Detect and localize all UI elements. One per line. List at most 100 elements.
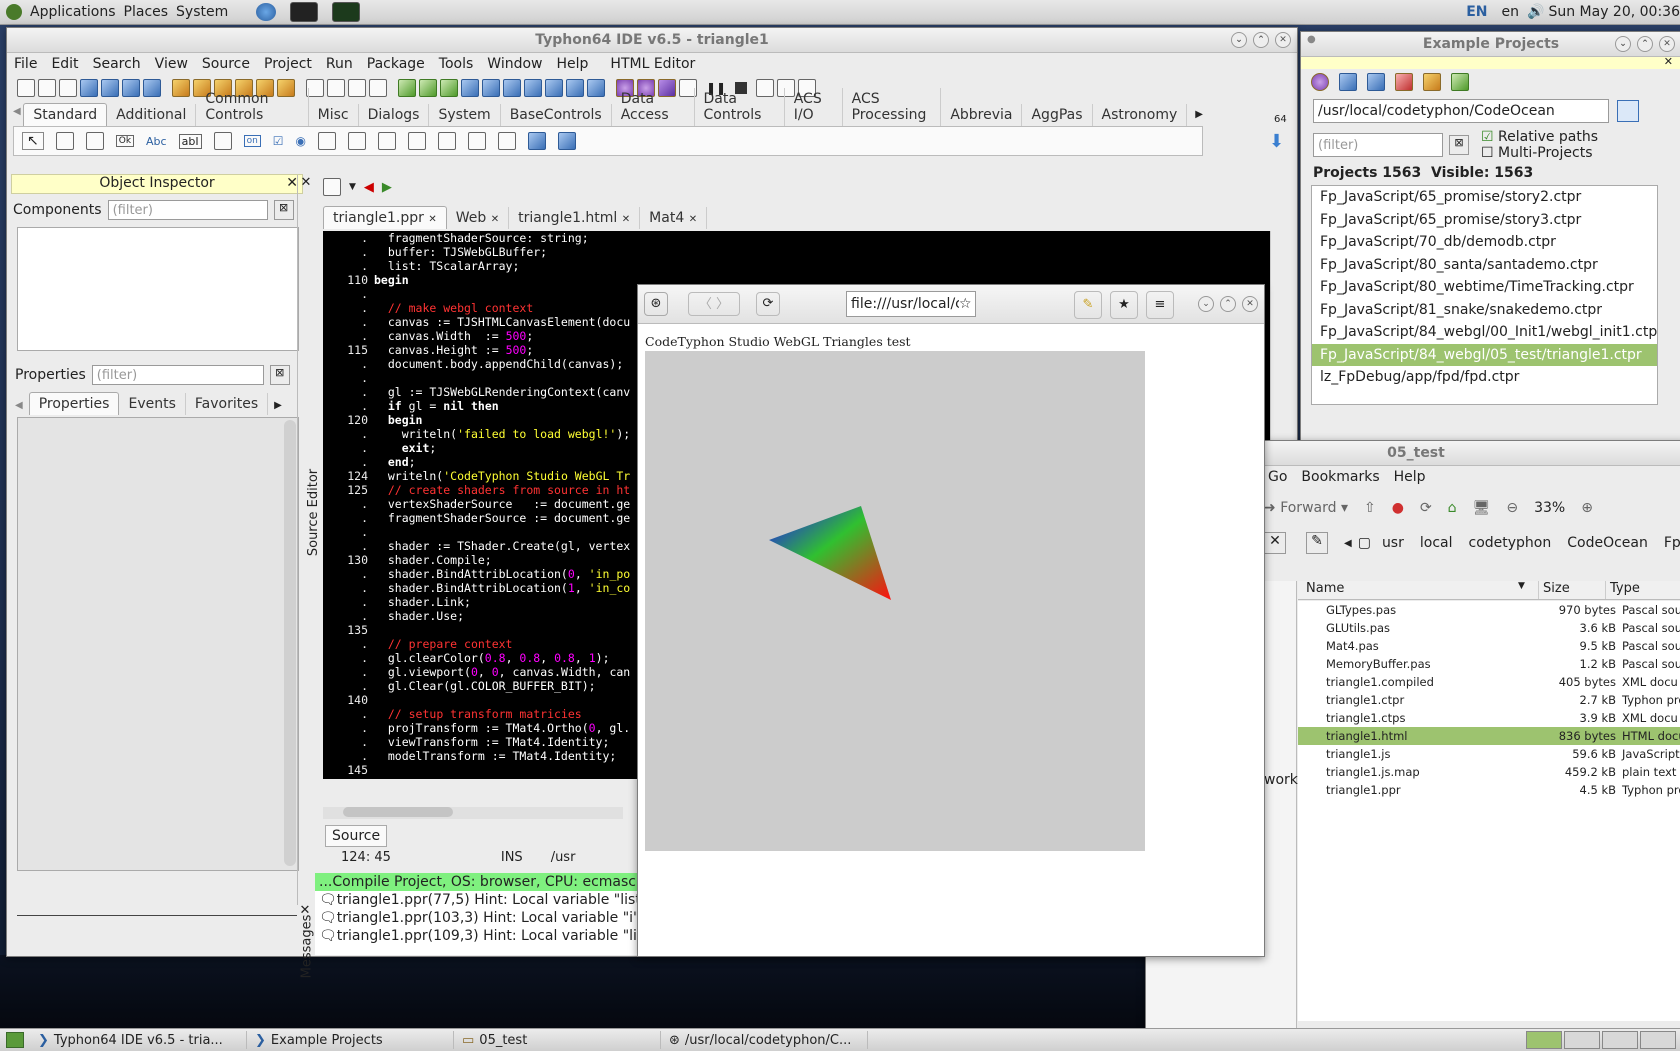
- side-close-icon[interactable]: ✕: [298, 175, 314, 190]
- tactionlist-icon[interactable]: [558, 132, 577, 150]
- palette-tab-data-controls[interactable]: Data Controls: [695, 88, 785, 126]
- selection-pointer-icon[interactable]: ↖: [22, 132, 44, 150]
- folder-icon[interactable]: [1423, 73, 1441, 91]
- projects-path-input[interactable]: /usr/local/codetyphon/CodeOcean: [1313, 99, 1609, 123]
- palette-scroll-right-icon[interactable]: ▶: [1195, 109, 1203, 126]
- path-segment[interactable]: usr: [1377, 533, 1409, 553]
- menu-icon[interactable]: ≡: [1146, 291, 1174, 319]
- gnome-foot-icon[interactable]: [6, 4, 22, 20]
- close-button[interactable]: ✕: [1659, 36, 1675, 52]
- palette-tab-abbrevia[interactable]: Abbrevia: [941, 104, 1023, 126]
- tpanel-icon[interactable]: [498, 132, 517, 150]
- close-button[interactable]: ✕: [1275, 32, 1291, 48]
- bookmark-star-icon[interactable]: ☆: [959, 296, 972, 312]
- build-icon[interactable]: [172, 79, 190, 97]
- oi-tabs-left-icon[interactable]: ◀: [11, 400, 29, 415]
- delete-icon[interactable]: [1395, 73, 1413, 91]
- tab-web[interactable]: Web ✕: [447, 207, 510, 229]
- clear-filter-icon[interactable]: ⊠: [273, 200, 294, 220]
- file-row[interactable]: GLTypes.pas 970 bytes Pascal sou: [1298, 601, 1680, 619]
- ide-titlebar[interactable]: Typhon64 IDE v6.5 - triangle1 ⌄ ⌃ ✕: [7, 28, 1297, 53]
- terminal-launcher-icon[interactable]: [290, 2, 319, 22]
- workspace-2[interactable]: [1564, 1031, 1600, 1049]
- component-tree[interactable]: [17, 227, 299, 351]
- tlistbox-icon[interactable]: [318, 132, 337, 150]
- tedit-icon[interactable]: abI: [178, 133, 202, 149]
- source-editor-side-tab[interactable]: ✕ Source Editor: [297, 175, 321, 905]
- pin-icon[interactable]: ●: [1307, 34, 1316, 45]
- path-segment[interactable]: Fp: [1659, 533, 1680, 553]
- copy-icon[interactable]: [348, 79, 366, 97]
- webgl-canvas[interactable]: [645, 351, 1145, 851]
- tab-events[interactable]: Events: [119, 393, 186, 415]
- file-row[interactable]: triangle1.js.map 459.2 kB plain text: [1298, 763, 1680, 781]
- menu-system[interactable]: System: [176, 4, 228, 20]
- file-row[interactable]: triangle1.compiled 405 bytes XML docu: [1298, 673, 1680, 691]
- reload-icon[interactable]: ⟳: [756, 292, 780, 316]
- column-type[interactable]: Type: [1605, 581, 1640, 599]
- menu-help[interactable]: Help: [1387, 469, 1433, 485]
- menu-package[interactable]: Package: [360, 56, 432, 72]
- file-row[interactable]: triangle1.ctpr 2.7 kB Typhon pro: [1298, 691, 1680, 709]
- palette-scroll-left-icon[interactable]: ◀: [13, 106, 21, 117]
- palette-tab-misc[interactable]: Misc: [309, 104, 359, 126]
- file-row[interactable]: Mat4.pas 9.5 kB Pascal sou: [1298, 637, 1680, 655]
- tpopupmenu-icon[interactable]: [85, 132, 104, 150]
- project-item[interactable]: Fp_JavaScript/80_webtime/TimeTracking.ct…: [1312, 276, 1657, 299]
- close-tab-icon[interactable]: ✕: [622, 214, 630, 225]
- projects-list[interactable]: Fp_JavaScript/65_promise/story2.ctpr Fp_J…: [1311, 185, 1658, 405]
- project-item[interactable]: Fp_JavaScript/84_webgl/00_Init1/webgl_in…: [1312, 321, 1657, 344]
- close-tab-icon[interactable]: ✕: [689, 214, 697, 225]
- property-grid-scrollbar[interactable]: [284, 420, 296, 866]
- save-all-icon[interactable]: [327, 79, 345, 97]
- close-icon[interactable]: ✕: [1664, 55, 1673, 68]
- menu-project[interactable]: Project: [257, 56, 319, 72]
- menu-go[interactable]: Go: [1261, 469, 1294, 485]
- minimize-button[interactable]: ⌄: [1231, 32, 1247, 48]
- menu-file[interactable]: File: [7, 56, 44, 72]
- replace-icon[interactable]: [143, 79, 161, 97]
- clear-filter-icon[interactable]: ⊠: [1449, 135, 1469, 155]
- multi-projects-checkbox[interactable]: ☐: [1481, 145, 1494, 161]
- keyboard-layout-label[interactable]: en: [1502, 4, 1520, 20]
- oi-tabs-right-icon[interactable]: ▶: [268, 400, 286, 415]
- home-icon[interactable]: ⌂: [1448, 500, 1457, 516]
- tab-favorites[interactable]: Favorites: [186, 393, 269, 415]
- palette-tab-dialogs[interactable]: Dialogs: [359, 104, 430, 126]
- volume-icon[interactable]: 🔊: [1527, 4, 1544, 20]
- zoom-in-icon[interactable]: ⊕: [1581, 500, 1593, 516]
- clear-filter-icon[interactable]: ⊠: [269, 365, 290, 385]
- side-pane-item[interactable]: work: [1264, 772, 1298, 788]
- tab-mat4[interactable]: Mat4 ✕: [640, 207, 708, 229]
- path-segment[interactable]: codetyphon: [1464, 533, 1557, 553]
- forward-arrow-icon[interactable]: ▶: [382, 180, 392, 195]
- palette-tab-common-controls[interactable]: Common Controls: [196, 88, 309, 126]
- file-row[interactable]: GLUtils.pas 3.6 kB Pascal sou: [1298, 619, 1680, 637]
- path-scroll-left-icon[interactable]: ◀: [1344, 538, 1352, 549]
- project-item[interactable]: Fp_JavaScript/80_santa/santademo.ctpr: [1312, 254, 1657, 277]
- path-segment[interactable]: CodeOcean: [1562, 533, 1653, 553]
- palette-tab-additional[interactable]: Additional: [107, 104, 197, 126]
- editor-menu-icon[interactable]: [323, 178, 341, 196]
- menu-applications[interactable]: Applications: [30, 4, 116, 20]
- new-form-icon[interactable]: [38, 79, 56, 97]
- tab-triangle1-html[interactable]: triangle1.html ✕: [509, 207, 641, 229]
- tcheckgroup-icon[interactable]: [468, 132, 487, 150]
- clock[interactable]: Sun May 20, 00:36: [1548, 4, 1680, 20]
- close-tab-icon[interactable]: ✕: [491, 214, 499, 225]
- property-grid[interactable]: [17, 417, 299, 871]
- new-unit-icon[interactable]: [59, 79, 77, 97]
- palette-tab-acs-processing[interactable]: ACS Processing: [843, 88, 942, 126]
- menu-run[interactable]: Run: [319, 56, 360, 72]
- minimize-button[interactable]: ⌄: [1198, 296, 1214, 312]
- palette-tab-astronomy[interactable]: Astronomy: [1093, 104, 1188, 126]
- keyboard-layout-indicator[interactable]: EN: [1466, 4, 1487, 20]
- forward-button[interactable]: ➜ Forward ▾: [1264, 500, 1348, 516]
- palette-tab-basecontrols[interactable]: BaseControls: [501, 104, 612, 126]
- project-item[interactable]: Fp_JavaScript/65_promise/story2.ctpr: [1312, 186, 1657, 209]
- menu-source[interactable]: Source: [195, 56, 257, 72]
- inspect-icon[interactable]: [545, 79, 563, 97]
- palette-tab-data-access[interactable]: Data Access: [612, 88, 695, 126]
- menu-help[interactable]: Help: [550, 56, 596, 72]
- refresh-icon[interactable]: [1311, 73, 1329, 91]
